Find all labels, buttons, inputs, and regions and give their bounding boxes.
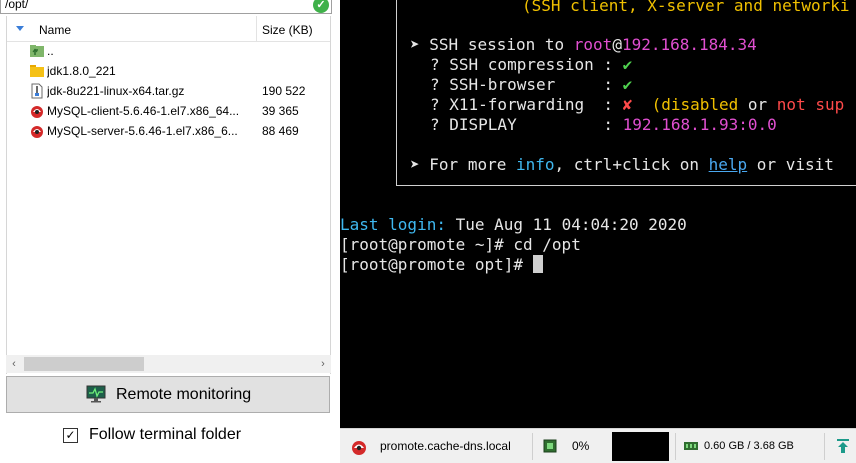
file-name: MySQL-server-5.6.46-1.el7.x86_6... [47,124,238,138]
file-row-parent[interactable]: .. [7,41,330,61]
x11-note-disabled: (disabled [632,95,748,114]
cpu-icon [543,439,557,453]
parent-folder-icon [30,45,44,57]
file-name: jdk-8u221-linux-x64.tar.gz [47,84,185,98]
prompt-text: [root@promote opt]# [340,255,533,274]
path-ok-icon[interactable]: ✓ [313,0,329,13]
scroll-right-icon[interactable]: › [315,355,331,373]
column-divider[interactable] [256,16,257,42]
path-text[interactable]: /opt/ [5,0,28,11]
file-row-folder[interactable]: jdk1.8.0_221 [7,61,330,81]
status-divider [532,433,533,460]
compression-line: ? SSH compression : ✔ [430,55,632,75]
path-field[interactable]: /opt/ ✓ [0,0,332,14]
x11-note-or: or [747,95,777,114]
cross-icon: ✘ [622,95,633,114]
column-header-size[interactable]: Size (KB) [262,23,313,37]
last-login-line: Last login: Tue Aug 11 04:04:20 2020 [340,215,687,235]
display-value: 192.168.1.93:0.0 [622,115,777,134]
host-icon [352,441,366,455]
ssh-at: @ [612,35,622,54]
file-name: MySQL-client-5.6.46-1.el7.x86_64... [47,104,240,118]
follow-terminal-checkbox[interactable]: ✓ [63,428,78,443]
file-name: .. [47,44,54,58]
info-text: info [515,155,555,174]
sftp-panel: /opt/ ✓ Name Size (KB) .. jdk1.8.0_221 j… [0,0,340,463]
banner-line: (SSH client, X-server and networki [522,0,850,15]
more-prefix: For more [429,155,516,174]
column-header-name[interactable]: Name [39,23,71,37]
ssh-session-prefix: SSH session to [429,35,574,54]
x11-line: ? X11-forwarding : ✘ (disabled or not su… [430,95,844,115]
remote-monitoring-label: Remote monitoring [116,386,252,403]
browser-line: ? SSH-browser : ✔ [430,75,632,95]
file-row-rpm[interactable]: MySQL-client-5.6.46-1.el7.x86_64... 39 3… [7,101,330,121]
ssh-session-line: ➤ SSH session to root@192.168.184.34 [410,35,757,55]
network-graph [612,432,669,461]
file-row-rpm[interactable]: MySQL-server-5.6.46-1.el7.x86_6... 88 46… [7,121,330,141]
folder-icon [30,65,44,77]
more-mid: , ctrl+click on [554,155,709,174]
rpm-package-icon [31,106,43,118]
display-label: ? DISPLAY : [430,115,623,134]
more-suffix: or visit [747,155,834,174]
status-cpu: 0% [572,439,590,453]
arrow-icon: ➤ [410,155,420,174]
archive-file-icon [31,83,43,99]
monitor-icon [86,385,106,403]
upload-icon[interactable] [836,438,850,454]
status-divider [675,433,676,460]
file-list: Name Size (KB) .. jdk1.8.0_221 jdk-8u221… [6,16,331,374]
ssh-host: 192.168.184.34 [621,35,757,54]
compression-label: ? SSH compression : [430,55,623,74]
scrollbar-thumb[interactable] [24,357,144,371]
file-size: 39 365 [262,104,299,118]
check-icon: ✔ [622,75,633,94]
terminal[interactable]: (SSH client, X-server and networki ➤ SSH… [340,0,856,428]
horizontal-scrollbar[interactable]: ‹ › [6,355,331,373]
rpm-package-icon [31,126,43,138]
last-login-label: Last login: [340,215,446,234]
file-name: jdk1.8.0_221 [47,64,116,78]
status-memory: 0.60 GB / 3.68 GB [704,440,794,452]
scroll-left-icon[interactable]: ‹ [6,355,22,373]
file-row-archive[interactable]: jdk-8u221-linux-x64.tar.gz 190 522 [7,81,330,101]
browser-label: ? SSH-browser : [430,75,623,94]
arrow-icon: ➤ [410,35,420,54]
help-link[interactable]: help [709,155,748,174]
last-login-value: Tue Aug 11 04:04:20 2020 [445,215,687,234]
terminal-cursor [532,255,543,273]
x11-note-not: not sup [776,95,845,114]
display-line: ? DISPLAY : 192.168.1.93:0.0 [430,115,777,135]
remote-monitoring-button[interactable]: Remote monitoring [6,376,330,413]
sort-arrow-icon[interactable] [16,26,24,31]
ssh-user: root [573,35,613,54]
more-info-line: ➤ For more info, ctrl+click on help or v… [410,155,834,175]
follow-terminal-label[interactable]: Follow terminal folder [89,426,241,444]
file-size: 88 469 [262,124,299,138]
prompt-line[interactable]: [root@promote opt]# [340,255,543,275]
status-host[interactable]: promote.cache-dns.local [380,439,511,453]
x11-label: ? X11-forwarding : [430,95,623,114]
file-size: 190 522 [262,84,306,98]
status-divider [824,433,825,460]
file-list-header: Name Size (KB) [7,16,330,42]
command-line: [root@promote ~]# cd /opt [340,235,581,254]
memory-icon [684,442,698,450]
status-bar: promote.cache-dns.local 0% 0.60 GB / 3.6… [340,428,856,463]
check-icon: ✔ [622,55,633,74]
